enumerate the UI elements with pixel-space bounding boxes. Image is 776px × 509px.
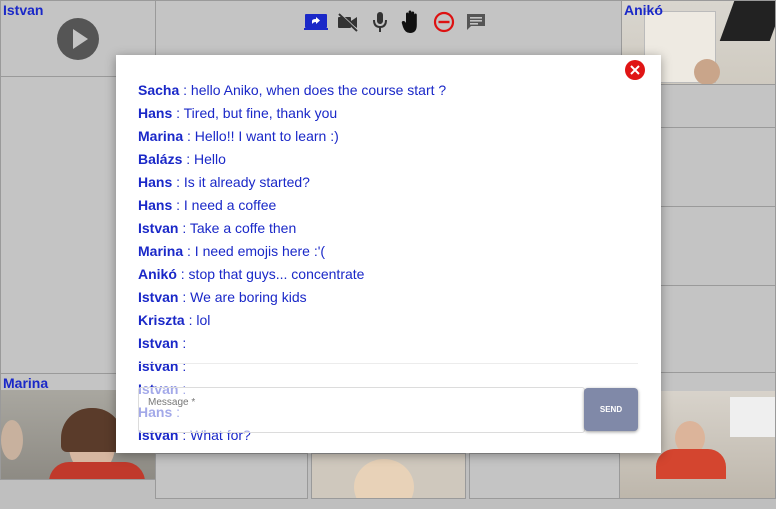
message-sender: Hans	[138, 450, 172, 453]
message-text: : I need a coffee	[172, 197, 277, 213]
message-field[interactable]: Message *	[138, 387, 585, 433]
chat-message: Istvan :	[138, 355, 638, 378]
chat-dialog: Sacha : hello Aniko, when does the cours…	[116, 55, 661, 453]
chat-message: Hans : I need a coffee	[138, 194, 638, 217]
message-sender: Istvan	[138, 289, 179, 305]
chat-message: Sacha : hello Aniko, when does the cours…	[138, 79, 638, 102]
message-sender: Istvan	[138, 358, 179, 374]
chat-message: Istvan : Take a coffe then	[138, 217, 638, 240]
chat-message: Istvan : We are boring kids	[138, 286, 638, 309]
message-input[interactable]	[147, 410, 576, 427]
message-text: : stop that guys... concentrate	[176, 266, 365, 282]
chat-message: Marina : Hello!! I want to learn :)	[138, 125, 638, 148]
chat-message: Marina : I need emojis here :'(	[138, 240, 638, 263]
chat-message: Hans : Is it already started?	[138, 171, 638, 194]
message-text: :	[178, 335, 187, 351]
message-sender: Istvan	[138, 220, 179, 236]
chat-message: Kriszta : lol	[138, 309, 638, 332]
chat-message: Anikó : stop that guys... concentrate	[138, 263, 638, 286]
message-text: : forever young	[172, 450, 269, 453]
message-sender: Marina	[138, 243, 184, 259]
message-sender: Hans	[138, 105, 173, 121]
chat-message: Balázs : Hello	[138, 148, 638, 171]
message-sender: Hans	[138, 174, 173, 190]
message-text: : We are boring kids	[178, 289, 307, 305]
divider	[138, 363, 638, 364]
message-text: : lol	[184, 312, 211, 328]
message-field-label: Message *	[148, 397, 196, 408]
message-text: : hello Aniko, when does the course star…	[179, 82, 447, 98]
chat-message: Hans : forever young	[138, 447, 638, 453]
message-text: : Hello!! I want to learn :)	[183, 128, 339, 144]
send-button[interactable]: SEND	[584, 388, 638, 431]
message-text: :	[178, 358, 187, 374]
message-sender: Balázs	[138, 151, 183, 167]
message-text: : Take a coffe then	[178, 220, 297, 236]
message-sender: Istvan	[138, 335, 179, 351]
message-sender: Hans	[138, 197, 173, 213]
message-sender: Anikó	[138, 266, 177, 282]
message-text: : Is it already started?	[172, 174, 310, 190]
chat-message: Hans : Tired, but fine, thank you	[138, 102, 638, 125]
close-icon[interactable]	[625, 60, 645, 80]
chat-message: Istvan :	[138, 332, 638, 355]
message-text: : I need emojis here :'(	[183, 243, 326, 259]
message-text: : Hello	[182, 151, 226, 167]
message-text: : Tired, but fine, thank you	[172, 105, 338, 121]
message-sender: Kriszta	[138, 312, 185, 328]
message-sender: Marina	[138, 128, 184, 144]
message-sender: Sacha	[138, 82, 180, 98]
